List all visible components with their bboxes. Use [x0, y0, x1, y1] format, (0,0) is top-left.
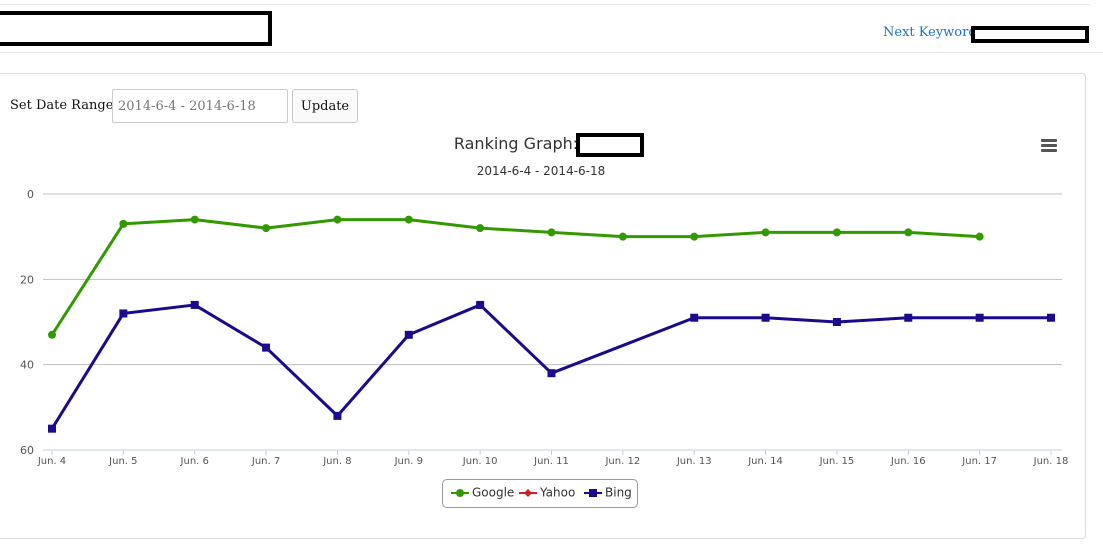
data-point-google[interactable]: [404, 215, 413, 224]
y-tick-label: 40: [20, 359, 34, 372]
data-point-bing[interactable]: [476, 300, 485, 309]
header-divider: [0, 52, 1103, 53]
redacted-chart-keyword: [576, 133, 644, 157]
redacted-next-keyword: [971, 26, 1089, 43]
top-rule: [0, 4, 1090, 5]
x-tick-label: Jun. 4: [37, 456, 66, 467]
x-tick-label: Jun. 8: [322, 456, 351, 467]
x-tick-label: Jun. 12: [604, 456, 640, 467]
data-point-bing[interactable]: [690, 313, 699, 322]
diamond-marker-icon: [519, 488, 537, 497]
y-tick-label: 0: [27, 188, 34, 201]
data-point-bing[interactable]: [333, 411, 342, 420]
data-point-bing[interactable]: [1047, 313, 1055, 322]
x-tick-label: Jun. 14: [747, 456, 783, 467]
date-range-input[interactable]: [112, 89, 288, 123]
data-point-bing[interactable]: [190, 300, 199, 309]
data-point-bing[interactable]: [119, 309, 128, 318]
date-range-label: Set Date Range :: [10, 98, 122, 113]
data-point-google[interactable]: [690, 232, 699, 241]
chart-title: Ranking Graph:: [454, 134, 578, 153]
x-tick-label: Jun. 11: [533, 456, 569, 467]
x-tick-label: Jun. 13: [676, 456, 712, 467]
data-point-google[interactable]: [832, 228, 841, 237]
chart-subtitle: 2014-6-4 - 2014-6-18: [477, 164, 606, 178]
data-point-bing[interactable]: [761, 313, 770, 322]
data-point-google[interactable]: [476, 224, 485, 233]
data-point-bing[interactable]: [404, 330, 413, 339]
data-point-google[interactable]: [119, 219, 128, 228]
legend-label: Google: [472, 485, 515, 500]
ranking-chart: Ranking Graph: 2014-6-4 - 2014-6-18 0 20 4…: [20, 133, 1069, 467]
data-point-google[interactable]: [547, 228, 556, 237]
series-line-google: [50, 218, 980, 336]
data-point-google[interactable]: [618, 232, 627, 241]
circle-marker-icon: [451, 488, 469, 497]
data-point-google[interactable]: [48, 330, 56, 339]
data-point-google[interactable]: [262, 224, 271, 233]
data-point-google[interactable]: [190, 215, 199, 224]
legend-label: Yahoo: [540, 485, 576, 500]
data-point-bing[interactable]: [975, 313, 984, 322]
data-point-bing[interactable]: [832, 318, 841, 326]
redacted-keyword-title: [0, 11, 272, 46]
legend-item-yahoo[interactable]: Yahoo: [519, 485, 575, 500]
series-line-bing: [50, 303, 1051, 430]
x-tick-label: Jun. 6: [180, 456, 209, 467]
x-tick-label: Jun. 15: [819, 456, 855, 467]
data-point-bing[interactable]: [547, 369, 556, 378]
data-point-google[interactable]: [904, 228, 913, 237]
legend-item-bing[interactable]: Bing: [584, 485, 632, 500]
data-point-bing[interactable]: [48, 424, 56, 433]
legend-item-google[interactable]: Google: [451, 485, 514, 500]
square-marker-icon: [584, 488, 602, 497]
x-tick-label: Jun. 10: [462, 456, 498, 467]
x-tick-label: Jun. 17: [961, 456, 997, 467]
data-point-google[interactable]: [333, 215, 342, 224]
legend-label: Bing: [605, 485, 632, 500]
x-tick-label: Jun. 16: [890, 456, 926, 467]
y-tick-label: 60: [20, 444, 34, 457]
data-point-google[interactable]: [761, 228, 770, 237]
x-tick-label: Jun. 5: [108, 456, 137, 467]
chart-legend: Google Yahoo Bing: [442, 479, 638, 508]
data-point-bing[interactable]: [904, 313, 913, 322]
next-keyword-link[interactable]: Next Keyword: [883, 25, 977, 40]
y-tick-label: 20: [20, 273, 34, 286]
x-tick-label: Jun. 18: [1033, 456, 1069, 467]
x-tick-label: Jun. 7: [251, 456, 280, 467]
data-point-google[interactable]: [975, 232, 984, 241]
x-tick-label: Jun. 9: [394, 456, 423, 467]
data-point-bing[interactable]: [262, 343, 271, 352]
update-button[interactable]: Update: [292, 89, 358, 123]
